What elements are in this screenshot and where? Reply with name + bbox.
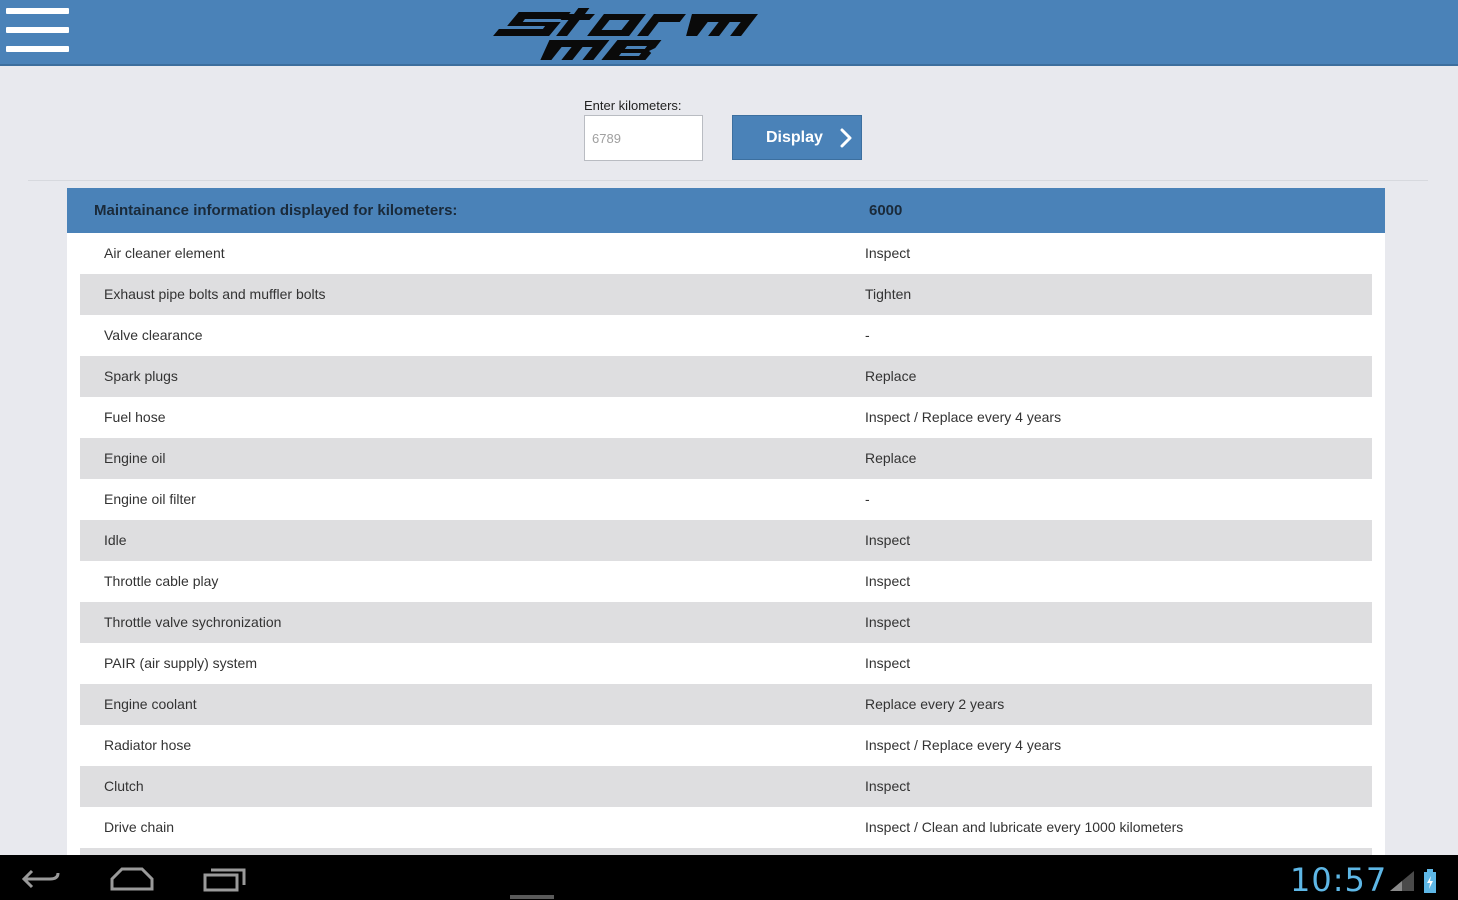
row-action: Tighten — [865, 286, 912, 302]
storm-mb-logo — [493, 8, 758, 60]
row-item: Fuel hose — [104, 409, 166, 425]
table-row: Engine oil Replace — [80, 438, 1372, 479]
table-row: Engine coolant Replace every 2 years — [80, 684, 1372, 725]
chevron-right-icon — [840, 128, 852, 148]
table-header-kilometers: 6000 — [869, 202, 903, 219]
table-header: Maintainance information displayed for k… — [67, 188, 1385, 233]
table-row: Clutch Inspect — [80, 766, 1372, 807]
row-item: Throttle cable play — [104, 573, 219, 589]
kilometers-label: Enter kilometers: — [584, 98, 682, 113]
table-row: Throttle valve sychronization Inspect — [80, 602, 1372, 643]
row-item: Drive chain — [104, 819, 175, 835]
row-action: - — [865, 327, 870, 343]
row-item: Exhaust pipe bolts and muffler bolts — [104, 286, 326, 302]
table-row: Engine oil filter - — [80, 479, 1372, 520]
row-item: Throttle valve sychronization — [104, 614, 282, 630]
display-button-label: Display — [766, 128, 823, 146]
row-action: Inspect — [865, 573, 911, 589]
table-row: PAIR (air supply) system Inspect — [80, 643, 1372, 684]
home-icon[interactable] — [108, 865, 156, 893]
table-row: Idle Inspect — [80, 520, 1372, 561]
row-action: Inspect / Clean and lubricate every 1000… — [865, 819, 1184, 835]
row-item: PAIR (air supply) system — [104, 655, 257, 671]
row-action: Replace — [865, 368, 917, 384]
display-button[interactable]: Display — [732, 115, 862, 160]
row-item: Clutch — [104, 778, 144, 794]
table-row: Air cleaner element Inspect — [80, 233, 1372, 274]
row-action: Inspect — [865, 655, 911, 671]
home-indicator — [510, 895, 554, 899]
row-item: Engine oil filter — [104, 491, 196, 507]
menu-line — [6, 27, 69, 33]
table-row: Spark plugs Replace — [80, 356, 1372, 397]
app-header — [0, 0, 1458, 66]
row-action: Replace — [865, 450, 917, 466]
row-action: Inspect / Replace every 4 years — [865, 409, 1062, 425]
table-row: Fuel hose Inspect / Replace every 4 years — [80, 397, 1372, 438]
row-action: Replace every 2 years — [865, 696, 1005, 712]
row-item: Radiator hose — [104, 737, 192, 753]
row-action: Inspect / Replace every 4 years — [865, 737, 1062, 753]
row-item: Spark plugs — [104, 368, 178, 384]
table-row: Valve clearance - — [80, 315, 1372, 356]
row-item: Engine oil — [104, 450, 166, 466]
row-item: Valve clearance — [104, 327, 203, 343]
kilometers-input[interactable] — [584, 115, 703, 161]
status-clock: 10:57 — [1290, 861, 1388, 899]
menu-line — [6, 46, 69, 52]
row-action: Inspect — [865, 778, 911, 794]
table-header-label: Maintainance information displayed for k… — [94, 202, 458, 219]
system-navigation-bar: 10:57 — [0, 855, 1458, 900]
table-row: Throttle cable play Inspect — [80, 561, 1372, 602]
table-row: Radiator hose Inspect / Replace every 4 y… — [80, 725, 1372, 766]
table-row: Exhaust pipe bolts and muffler bolts Tigh… — [80, 274, 1372, 315]
recent-apps-icon[interactable] — [202, 865, 248, 893]
row-action: Inspect — [865, 532, 911, 548]
kilometer-form: Enter kilometers: Display — [0, 66, 1458, 182]
row-action: Inspect — [865, 245, 911, 261]
row-item: Air cleaner element — [104, 245, 225, 261]
divider — [28, 180, 1428, 181]
battery-icon — [1424, 869, 1436, 893]
row-item: Engine coolant — [104, 696, 197, 712]
row-action: - — [865, 491, 870, 507]
table-row: Drive chain Inspect / Clean and lubricate… — [80, 807, 1372, 848]
table-row — [80, 848, 1372, 855]
back-icon[interactable] — [20, 865, 62, 893]
maintenance-panel: Maintainance information displayed for k… — [67, 188, 1385, 855]
maintenance-list: Air cleaner element Inspect Exhaust pipe … — [80, 233, 1372, 855]
signal-icon — [1390, 871, 1414, 891]
menu-line — [6, 8, 69, 14]
row-item: Idle — [104, 532, 127, 548]
row-action: Inspect — [865, 614, 911, 630]
hamburger-menu-icon[interactable] — [6, 8, 69, 54]
